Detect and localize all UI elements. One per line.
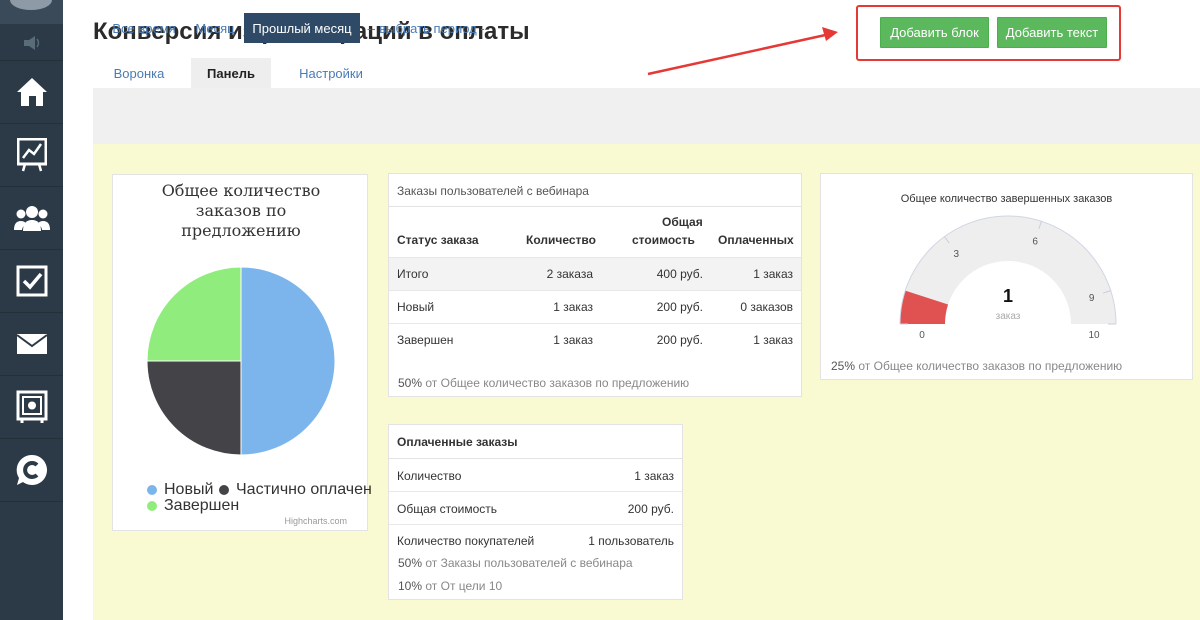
- column-header: Статус заказа: [397, 233, 479, 247]
- speaker-icon[interactable]: [0, 30, 63, 56]
- pie-slice[interactable]: [146, 360, 242, 456]
- legend-dot: [147, 501, 157, 511]
- gauge-value: 1: [1003, 286, 1013, 306]
- chart-credits[interactable]: Highcharts.com: [284, 516, 347, 526]
- pie-chart-card: Общее количество заказов по предложению …: [112, 174, 372, 531]
- gauge-chart: 0 3 6 9 10 1 заказ: [899, 215, 1117, 341]
- footer-percent: 25%: [831, 359, 856, 373]
- checkbox-icon[interactable]: [0, 249, 63, 312]
- legend-dot: [219, 485, 229, 495]
- paid-note: 10% от От цели 10: [398, 579, 502, 593]
- add-block-button[interactable]: Добавить блок: [880, 17, 989, 48]
- cell-paid: 0 заказов: [740, 300, 793, 314]
- cell-status: Итого: [397, 267, 429, 281]
- cell-paid: 1 заказ: [753, 267, 793, 281]
- column-header: Общая: [662, 215, 703, 229]
- table-row: Завершен 1 заказ 200 руб. 1 заказ: [389, 323, 801, 356]
- period-bar: [93, 88, 1200, 144]
- legend-item[interactable]: Завершен: [147, 497, 239, 515]
- orders-table-card: Заказы пользователей с вебинара Статус з…: [388, 173, 802, 397]
- gauge-tick-label: 0: [919, 330, 925, 341]
- column-header: стоимость: [632, 233, 695, 247]
- safe-icon[interactable]: [0, 375, 63, 438]
- home-icon[interactable]: [0, 60, 63, 123]
- period-select[interactable]: -- выбрать период --: [364, 13, 492, 43]
- tab-settings[interactable]: Настройки: [280, 58, 382, 88]
- cell-total: 200 руб.: [656, 333, 703, 347]
- sidebar: [0, 0, 63, 620]
- users-icon[interactable]: [0, 186, 63, 249]
- note-percent: 50%: [398, 556, 423, 570]
- column-header: Оплаченных: [718, 233, 794, 247]
- gauge-tick-label: 3: [953, 249, 959, 260]
- period-month[interactable]: Месяц: [188, 13, 242, 43]
- gauge-tick-label: 9: [1089, 293, 1095, 304]
- item-value: 1 пользователь: [588, 534, 674, 548]
- note-text: от Заказы пользователей с вебинара: [422, 556, 633, 570]
- tab-panel[interactable]: Панель: [191, 58, 271, 88]
- chart-icon[interactable]: [0, 123, 63, 186]
- orders-card-title: Заказы пользователей с вебинара: [389, 174, 801, 207]
- table-row: Новый 1 заказ 200 руб. 0 заказов: [389, 290, 801, 323]
- cell-qty: 2 заказа: [546, 267, 593, 281]
- footer-percent: 50%: [398, 376, 423, 390]
- add-text-button[interactable]: Добавить текст: [997, 17, 1107, 48]
- footer-text: от Общее количество заказов по предложен…: [855, 359, 1123, 373]
- cell-paid: 1 заказ: [753, 333, 793, 347]
- sidebar-top: [0, 0, 63, 24]
- cell-total: 400 руб.: [656, 267, 703, 281]
- note-percent: 10%: [398, 579, 423, 593]
- item-label: Количество покупателей: [397, 534, 535, 548]
- chat-logo-icon[interactable]: [0, 438, 63, 501]
- list-item: Количество 1 заказ: [389, 459, 682, 492]
- pie-chart: [146, 266, 336, 456]
- footer-text: от Общее количество заказов по предложен…: [422, 376, 690, 390]
- cell-total: 200 руб.: [656, 300, 703, 314]
- orders-footer-note: 50% от Общее количество заказов по предл…: [398, 376, 689, 390]
- paid-note: 50% от Заказы пользователей с вебинара: [398, 556, 633, 570]
- paid-card-title: Оплаченные заказы: [389, 425, 682, 459]
- table-row: Итого 2 заказа 400 руб. 1 заказ: [389, 257, 801, 290]
- item-label: Количество: [397, 469, 462, 483]
- gauge-card: Общее количество завершенных заказов 036…: [820, 173, 1193, 380]
- item-value: 1 заказ: [634, 469, 674, 483]
- cell-qty: 1 заказ: [553, 333, 593, 347]
- sidebar-empty: [0, 501, 63, 620]
- annotation-arrow: [647, 27, 838, 76]
- list-item: Общая стоимость 200 руб.: [389, 492, 682, 525]
- cell-status: Новый: [397, 300, 435, 314]
- mail-icon[interactable]: [0, 312, 63, 375]
- legend-label: Частично оплачен: [236, 481, 372, 498]
- period-all-time[interactable]: Все время: [103, 13, 185, 43]
- legend-item[interactable]: Частично оплачен: [219, 481, 372, 499]
- gauge-tick-label: 6: [1032, 236, 1038, 247]
- gauge-footer-note: 25% от Общее количество заказов по предл…: [831, 359, 1122, 373]
- item-label: Общая стоимость: [397, 502, 497, 516]
- avatar[interactable]: [10, 0, 52, 10]
- pie-slice[interactable]: [146, 266, 242, 362]
- gauge-tick-label: 10: [1088, 330, 1100, 341]
- pie-slice[interactable]: [240, 266, 336, 456]
- column-header: Количество: [526, 233, 596, 247]
- item-value: 200 руб.: [627, 502, 674, 516]
- paid-orders-card: Оплаченные заказы Количество 1 заказ Общ…: [388, 424, 683, 600]
- tab-funnel[interactable]: Воронка: [93, 58, 185, 88]
- cell-qty: 1 заказ: [553, 300, 593, 314]
- cell-status: Завершен: [397, 333, 454, 347]
- period-last-month[interactable]: Прошлый месяц: [244, 13, 360, 43]
- legend-dot: [147, 485, 157, 495]
- gauge-unit: заказ: [996, 311, 1021, 322]
- note-text: от От цели 10: [422, 579, 503, 593]
- legend-label: Завершен: [164, 497, 240, 514]
- list-item: Количество покупателей 1 пользователь: [389, 525, 682, 558]
